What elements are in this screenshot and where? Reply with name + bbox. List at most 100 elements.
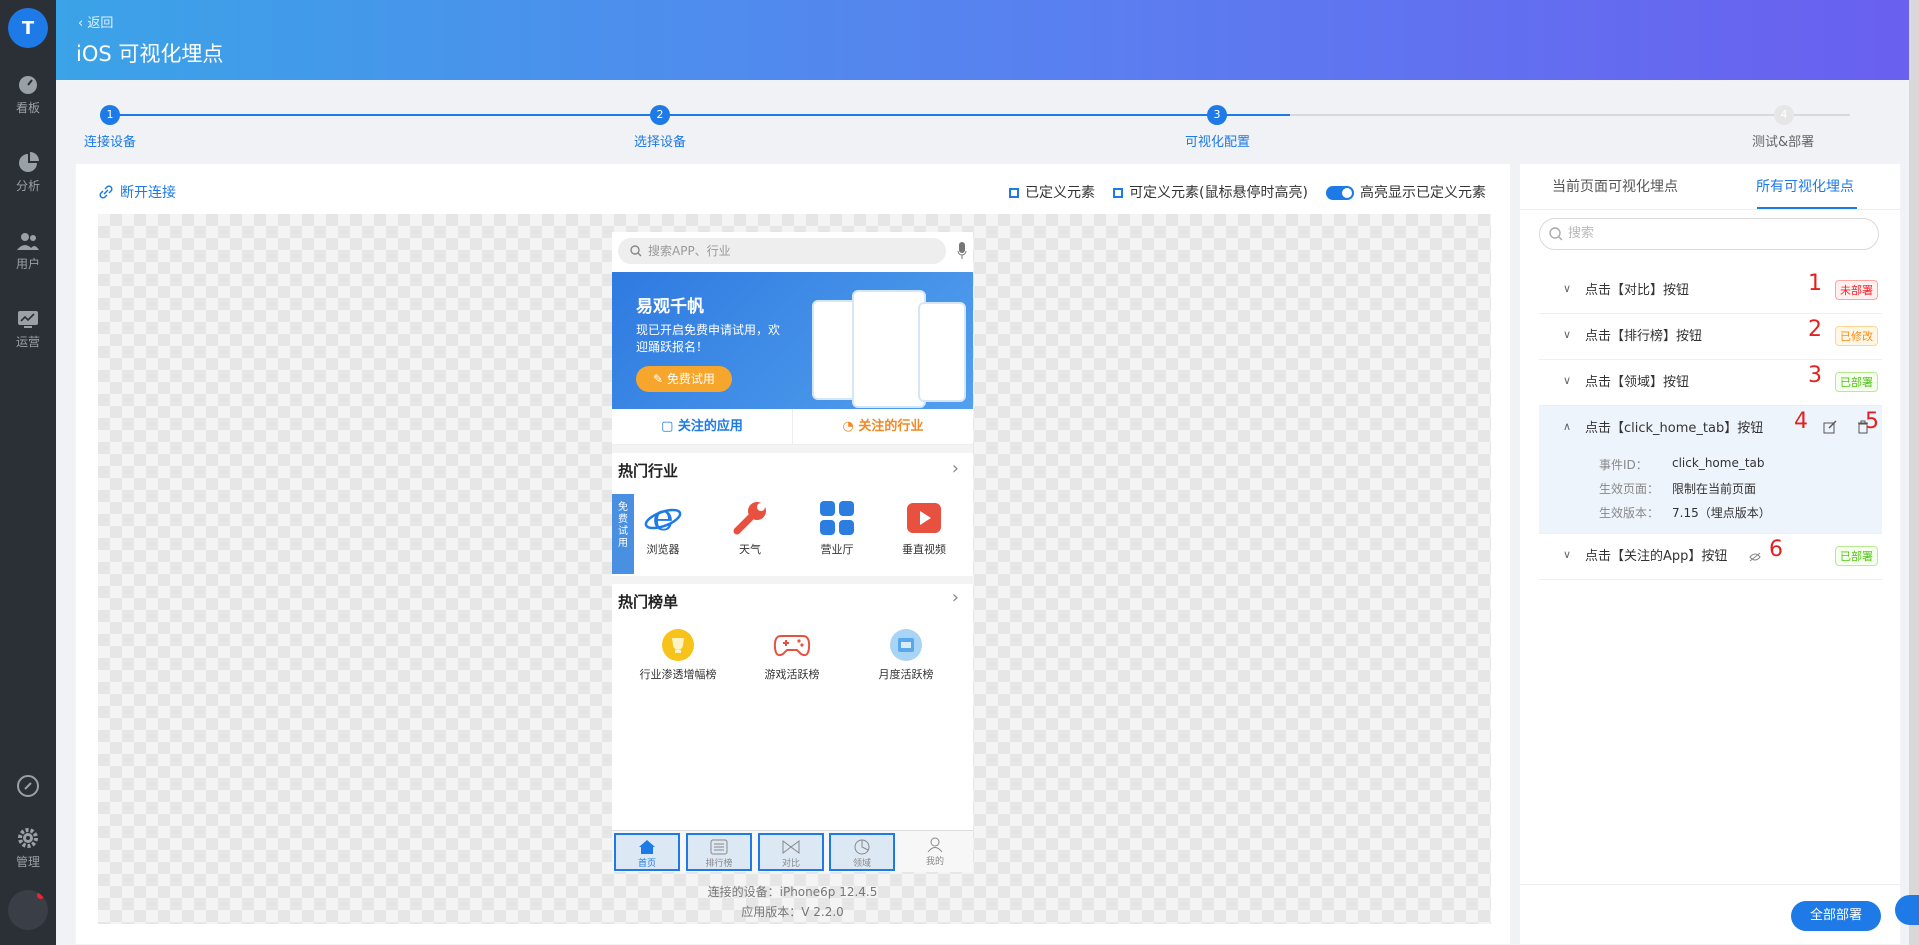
avatar[interactable] [8,890,48,930]
tracking-item[interactable]: ∨ 点击【排行榜】按钮 2 已修改 [1539,314,1882,360]
nav-item-admin[interactable]: 管理 [0,826,56,870]
chevron-down-icon[interactable]: ∨ [1563,328,1571,341]
disconnect-button[interactable]: 断开连接 [98,182,176,202]
step-4-dot: 4 [1774,105,1794,125]
chevron-down-icon[interactable]: ∨ [1563,282,1571,295]
back-link[interactable]: ‹ 返回 [78,12,113,31]
edit-icon[interactable] [1823,420,1837,434]
chevron-up-icon[interactable]: ∧ [1563,420,1571,433]
app-root: T 看板 分析 用户 运营 管理 ‹ 返回 iOS 可视化埋点 1 连接设备 2… [0,0,1919,945]
step-2-label: 选择设备 [634,135,687,150]
industry-label: 浏览器 [646,543,680,556]
step-line-done [110,114,1290,116]
industry-vertical-video[interactable]: 垂直视频 [889,499,959,557]
detail-value: click_home_tab [1672,456,1765,470]
tab-followed-apps[interactable]: ▢ 关注的应用 [612,409,793,444]
page-title: iOS 可视化埋点 [76,42,224,66]
config-card: 断开连接 已定义元素 可定义元素(鼠标悬停时高亮) 高亮显示已定义元素 搜索AP… [76,164,1510,944]
nav-item-link[interactable] [0,774,56,801]
phone-tab-bar: 首页 排行榜 对比 领域 我的 [612,830,973,872]
tab-followed-industry[interactable]: ◔ 关注的行业 [793,409,973,444]
phone-tab-label: 我的 [925,857,944,867]
logo[interactable]: T [8,8,48,48]
chat-widget[interactable] [1895,895,1919,925]
tracking-panel: 当前页面可视化埋点 所有可视化埋点 搜索 ∨ 点击【对比】按钮 1 未部署 ∨ … [1520,164,1900,944]
hot-rank-title: 热门榜单 [618,593,679,611]
pie-chart-icon [19,152,39,172]
divider [1520,884,1900,885]
rank-game-active[interactable]: 游戏活跃榜 [744,628,840,682]
phone-tab-label: 首页 [637,859,656,869]
active-tab-indicator [1757,207,1857,209]
status-badge: 已修改 [1835,326,1878,346]
phone-search-input[interactable]: 搜索APP、行业 [618,238,946,264]
nav-label: 管理 [15,855,40,869]
compare-icon [782,840,800,854]
legend-defined-label: 已定义元素 [1025,185,1096,201]
tracking-item[interactable]: ∨ 点击【关注的App】按钮 6 已部署 [1539,534,1882,580]
promo-banner[interactable]: 易观千帆 现已开启免费申请试用，欢迎踊跃报名！ ✎ 免费试用 [612,272,973,409]
panel-search-input[interactable]: 搜索 [1539,218,1879,250]
phone-search-placeholder: 搜索APP、行业 [648,244,731,258]
industry-business-hall[interactable]: 营业厅 [802,499,872,557]
highlight-toggle[interactable]: 高亮显示已定义元素 [1326,182,1486,202]
deploy-all-button[interactable]: 全部部署 [1791,901,1881,931]
toggle-switch[interactable] [1326,186,1354,200]
phone-tab-domain[interactable]: 领域 [829,833,895,871]
status-badge: 已部署 [1835,546,1878,566]
device-value: iPhone6p 12.4.5 [779,885,878,899]
panel-search-placeholder: 搜索 [1568,226,1595,241]
step-3-dot: 3 [1207,105,1227,125]
list-icon [710,839,728,855]
nav-label: 用户 [15,257,40,271]
gear-icon [18,828,38,848]
industry-label: 天气 [739,543,761,556]
user-icon [927,837,943,853]
phone-tab-ranking[interactable]: 排行榜 [686,833,752,871]
hot-industry-title: 热门行业 [618,462,679,480]
rank-label: 月度活跃榜 [878,668,934,681]
chevron-down-icon[interactable]: ∨ [1563,374,1571,387]
nav-item-dashboard[interactable]: 看板 [0,74,56,116]
rank-label: 游戏活跃榜 [764,668,820,681]
phone-mockup-image [852,290,926,408]
tab-all-points[interactable]: 所有可视化埋点 [1756,176,1854,196]
annotation-number: 5 [1865,409,1879,434]
wrench-icon [733,502,766,535]
free-trial-button[interactable]: ✎ 免费试用 [636,366,732,392]
annotation-number: 2 [1808,317,1822,342]
square-icon [1009,188,1020,198]
tab-current-page[interactable]: 当前页面可视化埋点 [1552,176,1678,196]
annotation-number: 3 [1808,363,1822,388]
page-scrollbar[interactable] [1909,0,1919,945]
chevron-right-icon[interactable]: › [952,458,959,479]
chevron-down-icon[interactable]: ∨ [1563,548,1571,561]
legend: 已定义元素 可定义元素(鼠标悬停时高亮) 高亮显示已定义元素 [1009,182,1486,202]
step-1-label: 连接设备 [84,135,137,150]
phone-tab-home[interactable]: 首页 [614,833,680,871]
phone-tab-compare[interactable]: 对比 [758,833,824,871]
nav-item-users[interactable]: 用户 [0,230,56,272]
nav-label: 运营 [15,335,40,349]
industry-weather[interactable]: 天气 [715,499,785,557]
tracking-item[interactable]: ∨ 点击【领域】按钮 3 已部署 [1539,360,1882,406]
steps-bar: 1 连接设备 2 选择设备 3 可视化配置 4 测试&部署 [76,82,1896,162]
tracking-item-expanded[interactable]: ∧ 点击【click_home_tab】按钮 4 5 事件ID： click_h… [1539,406,1882,534]
phone-tab-mine[interactable]: 我的 [902,833,968,871]
phone-tab-label: 排行榜 [705,859,733,869]
status-badge: 未部署 [1835,280,1878,300]
nav-item-operations[interactable]: 运营 [0,308,56,350]
industry-browser[interactable]: e 浏览器 [628,499,698,557]
rank-monthly-active[interactable]: 月度活跃榜 [858,628,954,682]
nav-item-analysis[interactable]: 分析 [0,152,56,194]
tab-followed-apps-label: 关注的应用 [677,419,743,434]
tracking-item[interactable]: ∨ 点击【对比】按钮 1 未部署 [1539,268,1882,314]
chevron-right-icon[interactable]: › [952,587,959,608]
rank-industry-growth[interactable]: 行业渗透增幅榜 [630,628,726,682]
tracking-item-label: 点击【排行榜】按钮 [1585,329,1703,344]
nav-label: 分析 [15,179,40,193]
phone-screen: 搜索APP、行业 易观千帆 现已开启免费申请试用，欢迎踊跃报名！ ✎ 免费试用 … [612,232,973,872]
play-icon [907,503,941,533]
device-canvas: 搜索APP、行业 易观千帆 现已开启免费申请试用，欢迎踊跃报名！ ✎ 免费试用 … [98,214,1491,924]
microphone-icon[interactable] [957,242,967,260]
